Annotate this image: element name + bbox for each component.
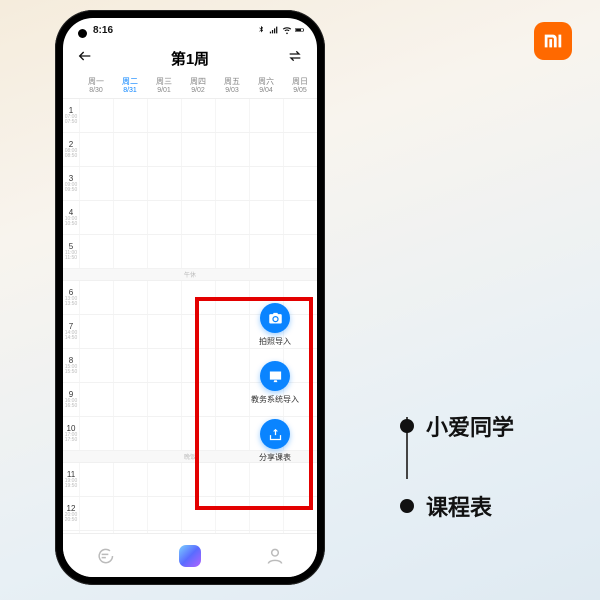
fab-photo-import[interactable]: 拍照导入 <box>259 303 291 347</box>
side-labels: 小爱同学 课程表 <box>400 410 560 522</box>
nav-schedule[interactable] <box>179 545 201 567</box>
fab-system-label: 教务系统导入 <box>251 394 299 405</box>
title-bar: 第1周 <box>63 42 317 74</box>
signal-icon <box>269 25 279 35</box>
period-row: 1220:0020:50 <box>63 497 317 531</box>
fab-share-label: 分享课表 <box>259 452 291 463</box>
side-item-schedule: 课程表 <box>400 490 560 522</box>
profile-icon <box>265 546 285 566</box>
battery-icon <box>295 25 305 35</box>
bluetooth-icon <box>256 25 266 35</box>
weekday-header: 周一8/30周二8/31周三9/01周四9/02周五9/03周六9/04周日9/… <box>63 74 317 99</box>
float-menu: 拍照导入 教务系统导入 分享课表 <box>251 303 299 463</box>
weekday-4[interactable]: 周五9/03 <box>215 74 249 98</box>
bottom-nav <box>63 533 317 577</box>
fab-photo-label: 拍照导入 <box>259 336 291 347</box>
weekday-1[interactable]: 周二8/31 <box>113 74 147 98</box>
period-row: 1119:0019:50 <box>63 463 317 497</box>
share-icon <box>260 419 290 449</box>
arrow-left-icon <box>77 48 93 64</box>
back-button[interactable] <box>77 48 93 69</box>
side-dot <box>400 499 414 513</box>
side-item-xiaoai: 小爱同学 <box>400 410 560 442</box>
mi-logo-icon <box>542 30 564 52</box>
phone-screen: 8:16 第1周 周一8/30周二8/31周三9/01周四9/02周五9/03周… <box>63 18 317 577</box>
weekday-3[interactable]: 周四9/02 <box>181 74 215 98</box>
monitor-icon <box>260 361 290 391</box>
status-bar: 8:16 <box>63 18 317 42</box>
period-row: 410:0010:50 <box>63 201 317 235</box>
wifi-icon <box>282 25 292 35</box>
weekday-2[interactable]: 周三9/01 <box>147 74 181 98</box>
swap-button[interactable] <box>287 48 303 69</box>
weekday-0[interactable]: 周一8/30 <box>79 74 113 98</box>
period-row: 309:0009:50 <box>63 167 317 201</box>
period-row: 1321:0021:50 <box>63 531 317 533</box>
period-row: 107:0007:50 <box>63 99 317 133</box>
noon-break: 午休 <box>63 269 317 281</box>
side-dot <box>400 419 414 433</box>
camera-punch-hole <box>78 29 87 38</box>
status-time: 8:16 <box>93 25 113 36</box>
status-icons <box>256 25 305 35</box>
fab-system-import[interactable]: 教务系统导入 <box>251 361 299 405</box>
period-row: 511:0011:50 <box>63 235 317 269</box>
swap-icon <box>287 48 303 64</box>
nav-profile[interactable] <box>265 546 285 566</box>
weekday-5[interactable]: 周六9/04 <box>249 74 283 98</box>
camera-icon <box>260 303 290 333</box>
phone-frame: 8:16 第1周 周一8/30周二8/31周三9/01周四9/02周五9/03周… <box>55 10 325 585</box>
mi-logo <box>534 22 572 60</box>
chat-icon <box>95 546 115 566</box>
nav-chat[interactable] <box>95 546 115 566</box>
page-title: 第1周 <box>171 48 209 69</box>
schedule-grid: 107:0007:50208:0008:50309:0009:50410:001… <box>63 99 317 533</box>
period-row: 208:0008:50 <box>63 133 317 167</box>
side-label-schedule: 课程表 <box>426 490 492 522</box>
schedule-icon <box>179 545 201 567</box>
fab-share[interactable]: 分享课表 <box>259 419 291 463</box>
side-label-xiaoai: 小爱同学 <box>426 410 514 442</box>
weekday-6[interactable]: 周日9/05 <box>283 74 317 98</box>
